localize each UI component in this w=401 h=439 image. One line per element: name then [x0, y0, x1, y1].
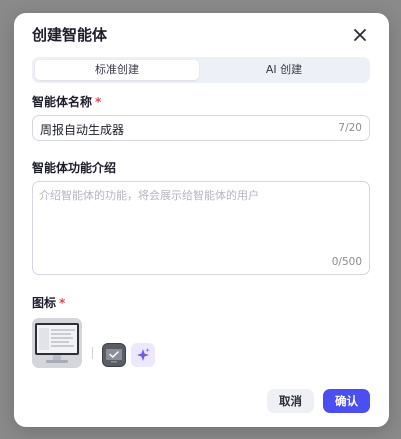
required-mark: * — [59, 296, 66, 310]
agent-description-counter: 0/500 — [331, 256, 362, 268]
agent-name-label-text: 智能体名称 — [32, 95, 93, 109]
agent-description-textarea[interactable]: 介绍智能体的功能，将会展示给智能体的用户 0/500 — [32, 181, 370, 275]
tab-standard-create[interactable]: 标准创建 — [35, 60, 199, 80]
agent-name-input[interactable]: 周报自动生成器 7/20 — [32, 115, 370, 141]
icon-label: 图标 * — [32, 294, 65, 311]
monitor-image-icon[interactable] — [102, 343, 126, 367]
cancel-button[interactable]: 取消 — [267, 389, 314, 413]
agent-name-label: 智能体名称 * — [32, 93, 101, 110]
close-icon[interactable] — [353, 27, 367, 41]
icon-label-text: 图标 — [32, 296, 57, 310]
monitor-image-icon — [32, 318, 82, 368]
agent-name-value: 周报自动生成器 — [40, 123, 125, 137]
agent-name-counter: 7/20 — [338, 122, 362, 134]
icon-divider — [92, 347, 93, 359]
confirm-button[interactable]: 确认 — [323, 389, 370, 413]
dialog-title: 创建智能体 — [32, 26, 108, 44]
agent-description-label: 智能体功能介绍 — [32, 161, 117, 175]
tab-ai-create[interactable]: AI 创建 — [202, 60, 366, 80]
create-mode-tabs: 标准创建 AI 创建 — [32, 57, 370, 83]
required-mark: * — [95, 95, 102, 109]
agent-description-placeholder: 介绍智能体的功能，将会展示给智能体的用户 — [39, 189, 259, 202]
create-agent-dialog: 创建智能体 标准创建 AI 创建 智能体名称 * 周报自动生成器 7/20 智能体… — [14, 13, 389, 427]
ai-sparkle-icon[interactable] — [131, 343, 155, 367]
selected-agent-icon[interactable] — [32, 318, 82, 368]
